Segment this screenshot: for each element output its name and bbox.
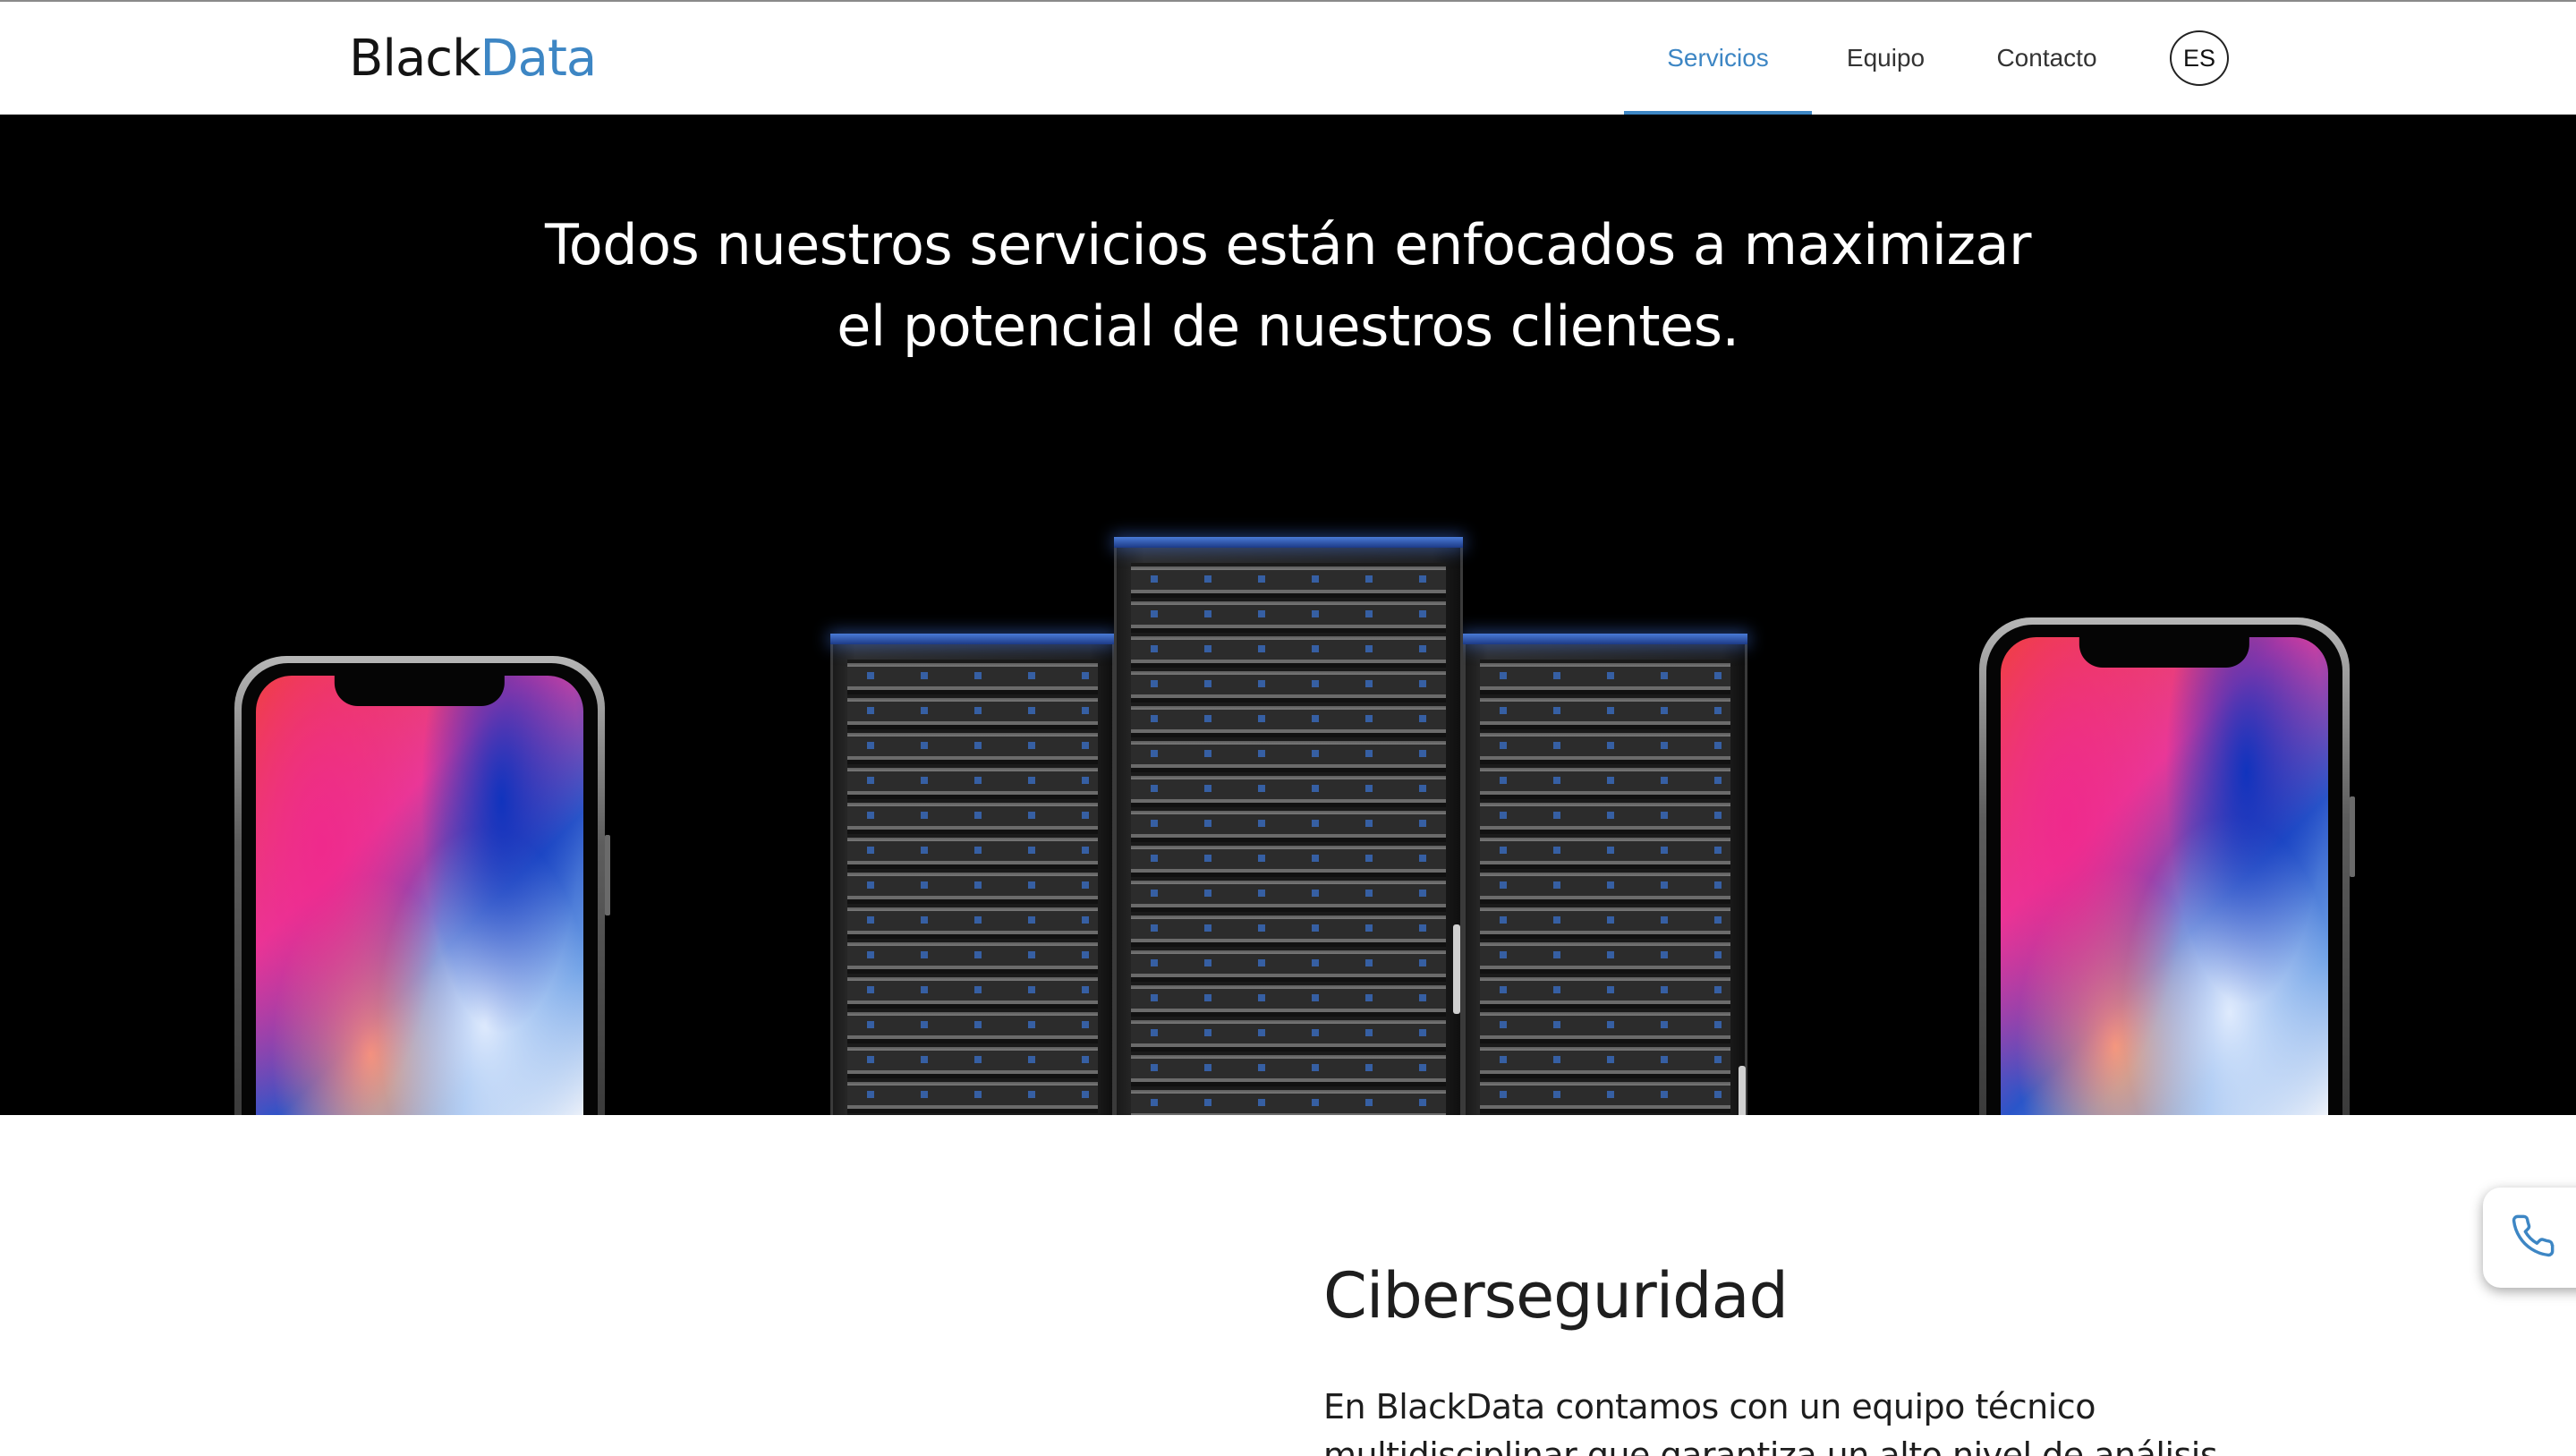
smartphone-right-image: [1979, 617, 2355, 1115]
hero-title-line-2: el potencial de nuestros clientes.: [837, 294, 1739, 359]
logo-text-data: Data: [480, 30, 598, 88]
hero-title: Todos nuestros servicios están enfocados…: [0, 204, 2576, 367]
server-rack-left-image: [830, 634, 1115, 1115]
site-header: BlackData Servicios Equipo Contacto ES: [0, 2, 2576, 115]
nav-equipo[interactable]: Equipo: [1825, 2, 1946, 115]
section-body-line-1: En BlackData contamos con un equipo técn…: [1323, 1387, 2096, 1426]
hero-title-line-1: Todos nuestros servicios están enfocados…: [544, 212, 2032, 277]
section-body-line-2: multidisciplinar que garantiza un alto n…: [1323, 1435, 2218, 1456]
logo-text-black: Black: [349, 30, 481, 88]
phone-icon: [2510, 1213, 2556, 1264]
smartphone-left-image: [234, 656, 610, 1115]
section-body: En BlackData contamos con un equipo técn…: [1323, 1383, 2218, 1456]
server-rack-right-image: [1463, 634, 1747, 1115]
language-selector[interactable]: ES: [2170, 30, 2229, 86]
hero-banner: Todos nuestros servicios están enfocados…: [0, 115, 2576, 1115]
blackdata-logo[interactable]: BlackData: [349, 34, 597, 84]
call-button[interactable]: [2483, 1188, 2576, 1288]
nav-contacto[interactable]: Contacto: [1982, 2, 2112, 115]
section-title: Ciberseguridad: [1323, 1259, 1789, 1333]
server-rack-center-image: [1114, 537, 1463, 1115]
nav-servicios[interactable]: Servicios: [1624, 2, 1812, 115]
